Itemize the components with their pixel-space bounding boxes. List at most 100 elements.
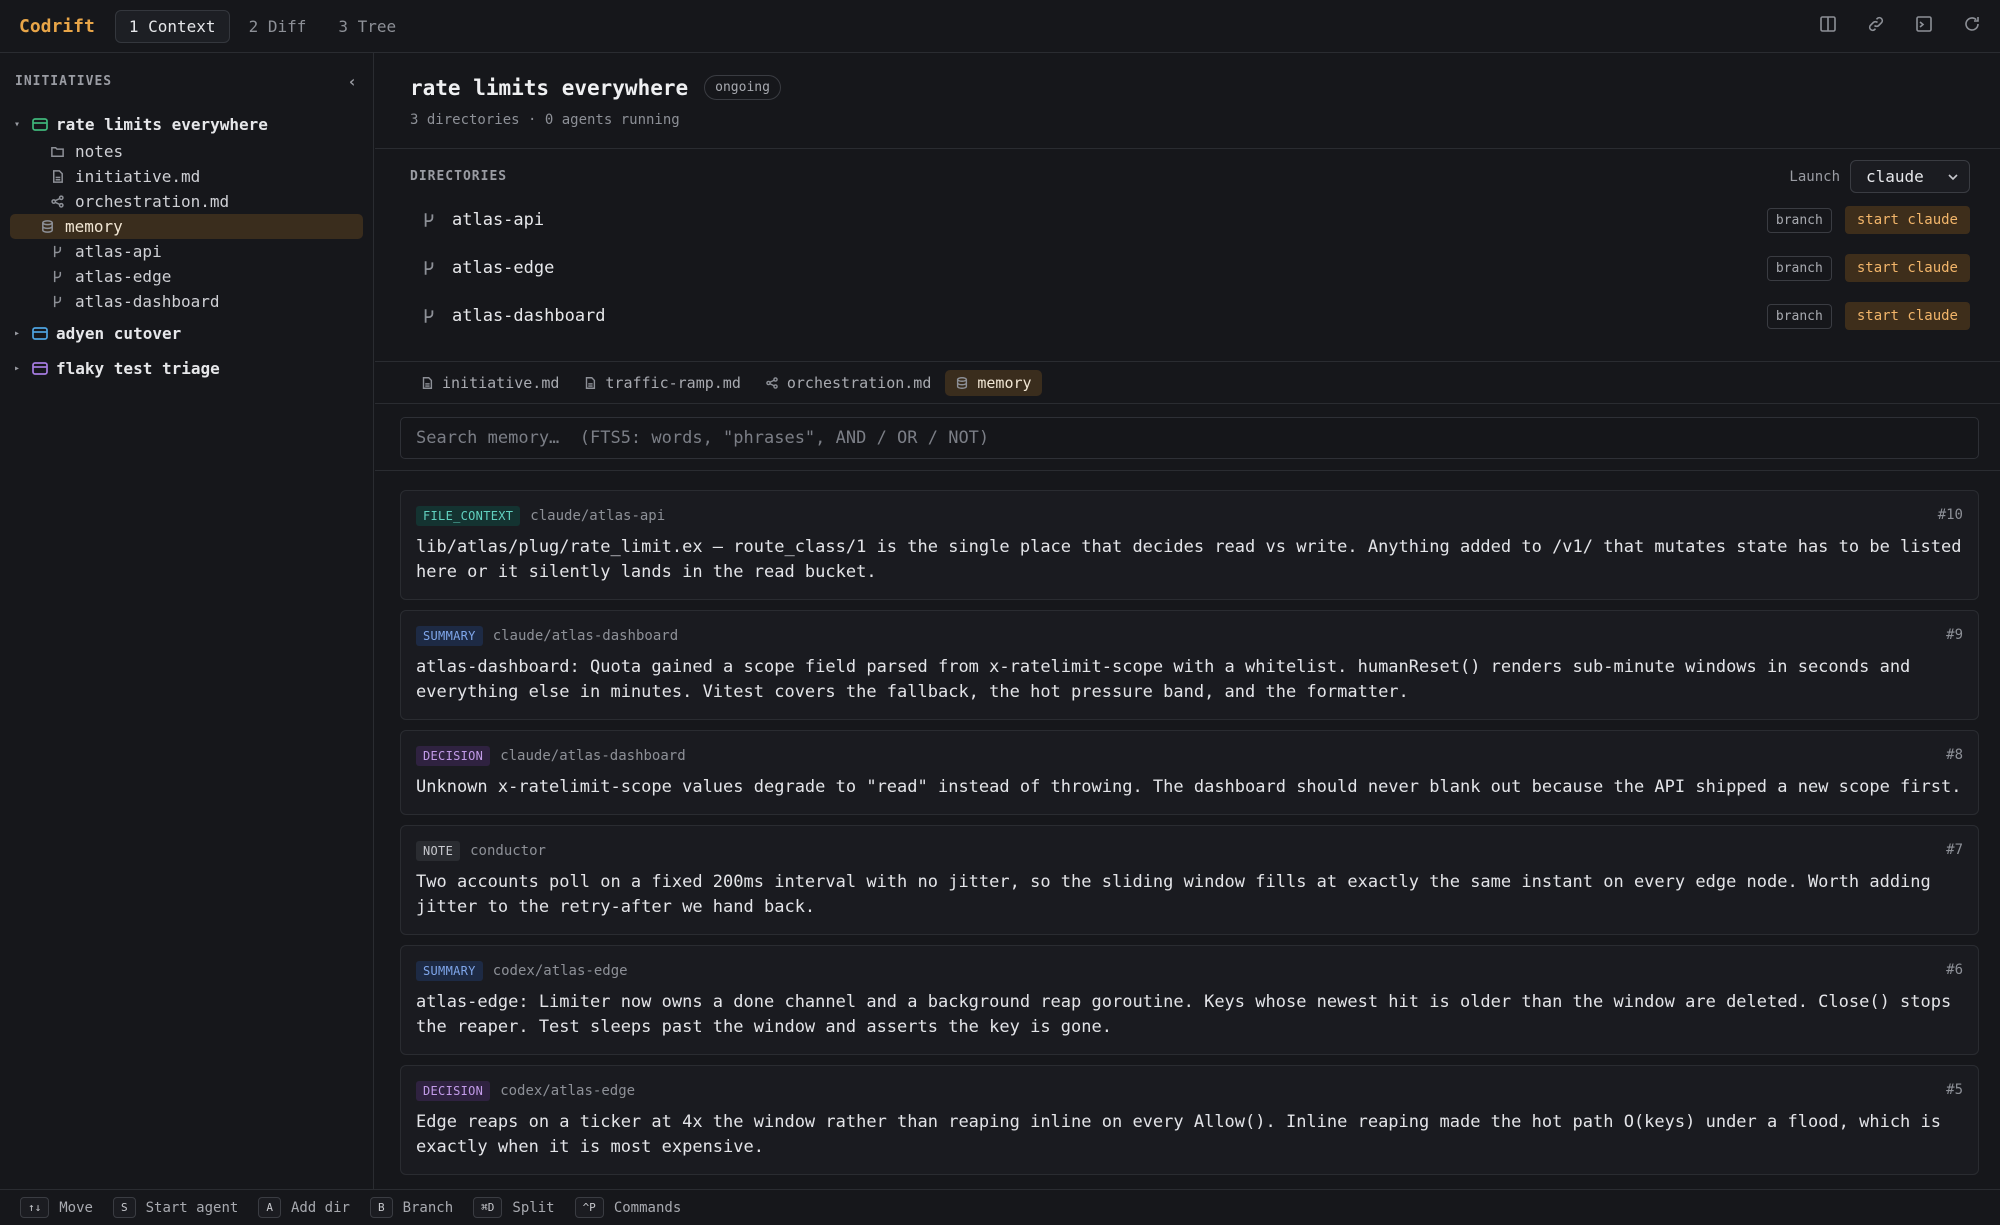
directory-row-atlas-edge[interactable]: atlas-edge branch start claude	[410, 244, 1970, 292]
app-name: Codrift	[19, 15, 95, 37]
initiative-header: rate limits everywhere ongoing 3 directo…	[375, 53, 2000, 149]
branch-icon	[53, 295, 62, 308]
search-input[interactable]	[416, 428, 1978, 448]
top-icons	[1818, 0, 1982, 53]
memory-text: lib/atlas/plug/rate_limit.ex — route_cla…	[416, 537, 1962, 582]
chevron-right-icon: ▸	[14, 327, 21, 339]
shortcut-key: ⌘D	[473, 1197, 503, 1218]
branch-button[interactable]: branch	[1766, 303, 1832, 329]
sidebar-item-initiative-md[interactable]: initiative.md	[10, 164, 363, 189]
database-icon	[957, 376, 968, 389]
file-icon	[422, 376, 433, 389]
top-bar: Codrift 1 Context 2 Diff 3 Tree	[0, 0, 2000, 53]
memory-tag: NOTE	[416, 841, 461, 861]
page-title: rate limits everywhere	[410, 75, 689, 100]
page-subtitle: 3 directories · 0 agents running	[410, 112, 680, 128]
directory-name: atlas-dashboard	[452, 306, 606, 326]
sidebar-item-label: atlas-dashboard	[75, 292, 220, 311]
file-icon	[53, 170, 63, 183]
memory-number: #8	[1946, 747, 1963, 763]
directory-name: atlas-api	[452, 210, 545, 230]
memory-card[interactable]: SUMMARY claude/atlas-dashboard #9 atlas-…	[400, 610, 1979, 720]
tab-memory[interactable]: memory	[945, 369, 1042, 396]
memory-card[interactable]: SUMMARY codex/atlas-edge #6 atlas-edge: …	[400, 945, 1979, 1055]
sidebar-item-label: notes	[75, 142, 124, 161]
refresh-icon[interactable]	[1962, 14, 1982, 39]
tab-orchestration-md[interactable]: orchestration.md	[765, 373, 932, 392]
memory-list: FILE_CONTEXT claude/atlas-api #10 lib/at…	[400, 490, 1979, 1185]
sidebar-item-label: orchestration.md	[75, 192, 230, 211]
memory-source: codex/atlas-edge	[492, 963, 628, 979]
shortcut-label: Branch	[402, 1199, 454, 1216]
start-claude-button[interactable]: start claude	[1844, 206, 1970, 234]
sidebar-header: INITIATIVES ‹	[0, 53, 373, 109]
directories-title: DIRECTORIES	[410, 169, 508, 184]
memory-source: claude/atlas-dashboard	[492, 628, 679, 644]
shortcut-move: ↑↓ Move	[20, 1197, 93, 1218]
memory-text: Two accounts poll on a fixed 200ms inter…	[416, 872, 1931, 917]
chevron-right-icon: ▸	[14, 362, 21, 374]
sidebar: INITIATIVES ‹ ▾ rate limits everywhere n…	[0, 53, 374, 1189]
sidebar-title: INITIATIVES	[15, 73, 113, 89]
tab-context[interactable]: 1 Context	[114, 9, 230, 43]
branch-icon	[53, 270, 62, 283]
collapse-sidebar-icon[interactable]: ‹	[347, 72, 358, 91]
sidebar-item-atlas-edge[interactable]: atlas-edge	[10, 264, 363, 289]
initiative-box-icon	[32, 362, 48, 375]
initiative-box-icon	[32, 327, 48, 340]
launch-select[interactable]: claude	[1850, 160, 1970, 193]
sidebar-item-memory[interactable]: memory	[10, 214, 363, 239]
sidebar-item-label: memory	[65, 217, 123, 236]
branch-icon	[424, 309, 434, 323]
memory-text: Edge reaps on a ticker at 4x the window …	[416, 1112, 1941, 1157]
memory-number: #7	[1946, 842, 1963, 858]
sidebar-item-atlas-api[interactable]: atlas-api	[10, 239, 363, 264]
divider	[375, 470, 2000, 471]
memory-card[interactable]: DECISION claude/atlas-dashboard #8 Unkno…	[400, 730, 1979, 815]
file-tab-label: memory	[977, 373, 1032, 392]
file-tab-label: initiative.md	[442, 373, 560, 392]
file-tabs: initiative.md traffic-ramp.md orchestrat…	[375, 362, 2000, 404]
memory-text: atlas-edge: Limiter now owns a done chan…	[416, 992, 1952, 1037]
database-icon	[42, 220, 53, 233]
file-tab-label: orchestration.md	[786, 373, 932, 392]
directory-row-atlas-api[interactable]: atlas-api branch start claude	[410, 196, 1970, 244]
shortcut-branch: B Branch	[369, 1197, 454, 1218]
branch-button[interactable]: branch	[1766, 255, 1832, 281]
memory-tag: SUMMARY	[416, 961, 483, 981]
memory-tag: FILE_CONTEXT	[416, 506, 521, 526]
directory-row-atlas-dashboard[interactable]: atlas-dashboard branch start claude	[410, 292, 1970, 340]
shortcut-key: A	[258, 1197, 281, 1218]
file-tab-label: traffic-ramp.md	[605, 373, 741, 392]
memory-tag: DECISION	[416, 746, 491, 766]
terminal-icon[interactable]	[1914, 14, 1934, 39]
shortcut-label: Commands	[613, 1199, 682, 1216]
memory-card[interactable]: NOTE conductor #7 Two accounts poll on a…	[400, 825, 1979, 935]
initiative-rate-limits[interactable]: ▾ rate limits everywhere	[0, 109, 373, 139]
shortcut-label: Start agent	[145, 1199, 239, 1216]
tab-diff[interactable]: 2 Diff	[236, 10, 320, 43]
shortcut-start-agent: S Start agent	[112, 1197, 239, 1218]
share-icon	[766, 376, 778, 389]
sidebar-item-notes[interactable]: notes	[10, 139, 363, 164]
branch-button[interactable]: branch	[1766, 207, 1832, 233]
directory-name: atlas-edge	[452, 258, 555, 278]
tab-traffic-ramp-md[interactable]: traffic-ramp.md	[583, 373, 741, 392]
tab-initiative-md[interactable]: initiative.md	[420, 374, 559, 392]
tab-tree[interactable]: 3 Tree	[325, 10, 409, 43]
initiative-adyen-cutover[interactable]: ▸ adyen cutover	[0, 318, 373, 348]
memory-source: claude/atlas-api	[530, 508, 666, 524]
sidebar-item-orchestration-md[interactable]: orchestration.md	[10, 189, 363, 214]
link-icon[interactable]	[1866, 14, 1886, 39]
sidebar-item-atlas-dashboard[interactable]: atlas-dashboard	[10, 289, 363, 314]
memory-card[interactable]: DECISION codex/atlas-edge #5 Edge reaps …	[400, 1065, 1979, 1175]
memory-number: #6	[1946, 962, 1963, 978]
initiative-flaky-test-triage[interactable]: ▸ flaky test triage	[0, 353, 373, 383]
memory-card[interactable]: FILE_CONTEXT claude/atlas-api #10 lib/at…	[400, 490, 1979, 600]
memory-text: Unknown x-ratelimit-scope values degrade…	[416, 777, 1962, 797]
memory-search	[400, 417, 1979, 459]
split-panel-icon[interactable]	[1818, 14, 1838, 39]
start-claude-button[interactable]: start claude	[1844, 254, 1970, 282]
shortcut-bar: ↑↓ Move S Start agent A Add dir B Branch…	[0, 1189, 2000, 1225]
start-claude-button[interactable]: start claude	[1844, 302, 1970, 330]
